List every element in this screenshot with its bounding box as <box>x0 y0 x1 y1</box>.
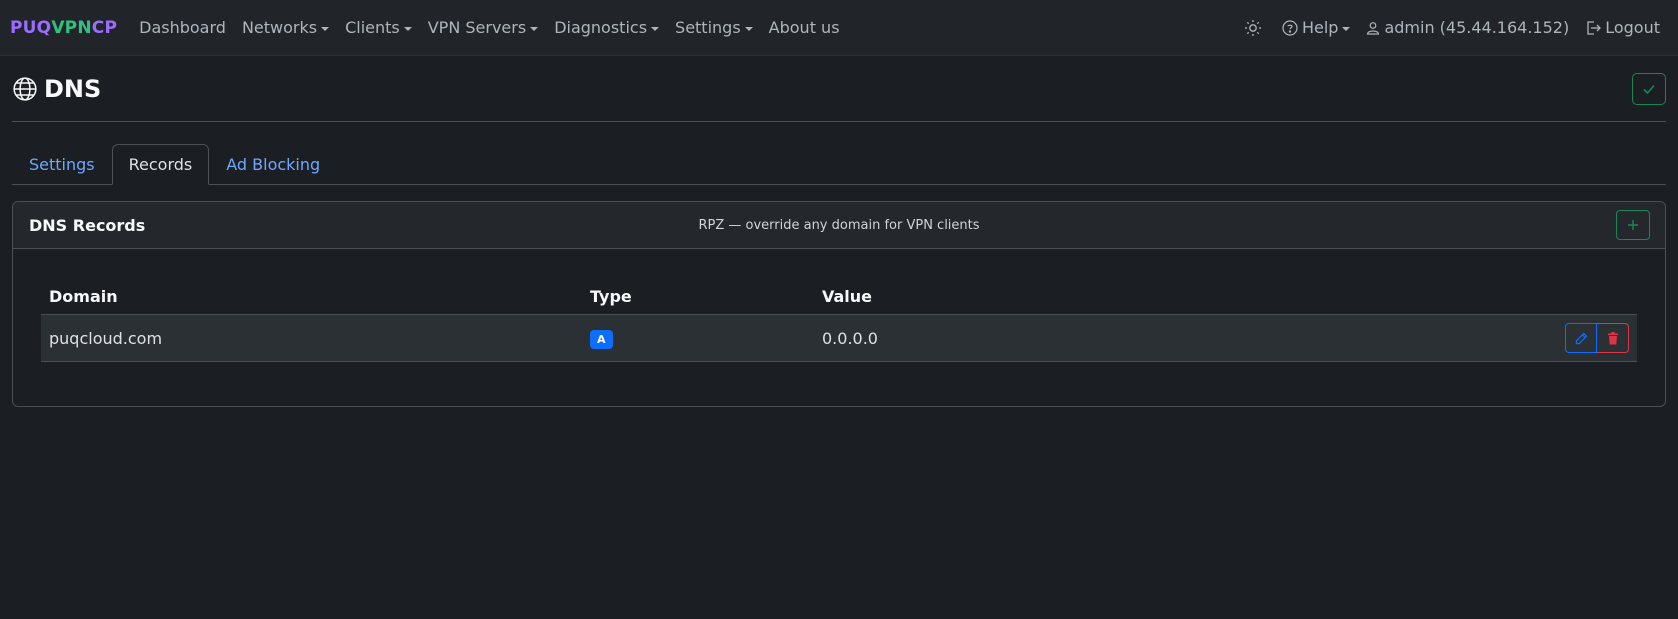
caret-down-icon <box>321 26 330 31</box>
dns-records-card: DNS Records RPZ — override any domain fo… <box>12 201 1666 407</box>
person-icon <box>1367 21 1380 35</box>
nav-diagnostics-label: Diagnostics <box>554 18 648 37</box>
nav-settings-label: Settings <box>675 18 741 37</box>
top-navbar: PUQVPNCP Dashboard Networks Clients VPN … <box>0 0 1678 56</box>
nav-clients[interactable]: Clients <box>337 18 420 37</box>
table-header-row: Domain Type Value <box>41 279 1637 315</box>
nav-networks[interactable]: Networks <box>234 18 337 37</box>
add-record-button[interactable] <box>1616 210 1650 240</box>
nav-about[interactable]: About us <box>761 18 848 37</box>
col-domain: Domain <box>41 279 582 315</box>
tab-settings[interactable]: Settings <box>12 144 112 185</box>
nav-dashboard[interactable]: Dashboard <box>131 18 234 37</box>
tab-records-label: Records <box>128 155 193 174</box>
nav-help[interactable]: Help <box>1274 18 1358 37</box>
tab-settings-label: Settings <box>29 155 95 174</box>
brand-part2: VPN <box>51 17 92 38</box>
table-row: puqcloud.com A 0.0.0.0 <box>41 314 1637 362</box>
trash-icon <box>1607 331 1618 344</box>
nav-logout-label: Logout <box>1605 18 1660 37</box>
nav-dashboard-label: Dashboard <box>139 18 226 37</box>
page-title-text: DNS <box>44 74 102 103</box>
delete-button[interactable] <box>1597 323 1629 353</box>
type-badge: A <box>590 329 613 349</box>
nav-logout[interactable]: Logout <box>1577 18 1668 37</box>
save-button[interactable] <box>1632 72 1666 105</box>
col-value: Value <box>814 279 1204 315</box>
theme-toggle[interactable] <box>1236 19 1274 37</box>
dns-records-table: Domain Type Value puqcloud.com A 0.0.0.0 <box>41 279 1637 362</box>
caret-down-icon <box>530 26 539 31</box>
plus-icon <box>1628 220 1638 230</box>
nav-help-label: Help <box>1301 18 1339 37</box>
tab-records[interactable]: Records <box>111 144 210 185</box>
cell-value: 0.0.0.0 <box>814 314 1204 362</box>
cell-actions <box>1203 314 1637 362</box>
brand-logo[interactable]: PUQVPNCP <box>10 18 117 38</box>
table-wrap: Domain Type Value puqcloud.com A 0.0.0.0 <box>13 249 1665 362</box>
tab-ad-blocking[interactable]: Ad Blocking <box>209 144 337 185</box>
nav-vpn-servers-label: VPN Servers <box>427 18 527 37</box>
nav-user-label: admin (45.44.164.152) <box>1384 18 1570 37</box>
nav-settings[interactable]: Settings <box>667 18 761 37</box>
cell-domain: puqcloud.com <box>41 314 582 362</box>
tab-bar: Settings Records Ad Blocking <box>12 144 1666 185</box>
tab-ad-blocking-label: Ad Blocking <box>226 155 321 174</box>
page-header: DNS <box>12 56 1666 122</box>
edit-button[interactable] <box>1565 323 1597 353</box>
nav-diagnostics[interactable]: Diagnostics <box>546 18 667 37</box>
pencil-icon <box>1575 332 1587 344</box>
caret-down-icon <box>403 26 412 31</box>
nav-vpn-servers[interactable]: VPN Servers <box>420 18 546 37</box>
page-content: DNS Settings Records Ad Blocking DNS Rec… <box>0 56 1678 407</box>
row-actions <box>1565 323 1629 353</box>
caret-down-icon <box>744 26 753 31</box>
sun-icon <box>1244 19 1261 36</box>
card-subtitle: RPZ — override any domain for VPN client… <box>698 217 980 233</box>
globe-icon <box>13 76 37 101</box>
question-circle-icon <box>1282 19 1298 36</box>
cell-type: A <box>582 314 814 362</box>
nav-about-label: About us <box>768 18 840 37</box>
card-header: DNS Records RPZ — override any domain fo… <box>13 202 1665 249</box>
nav-clients-label: Clients <box>345 18 400 37</box>
caret-down-icon <box>1342 26 1351 31</box>
col-actions <box>1203 279 1637 315</box>
check-icon <box>1643 84 1655 94</box>
brand-part1: PUQ <box>10 17 52 38</box>
page-title: DNS <box>12 75 101 103</box>
caret-down-icon <box>651 26 660 31</box>
nav-right: Help admin (45.44.164.152) Logout <box>1236 18 1668 37</box>
card-title: DNS Records <box>29 215 146 235</box>
col-type: Type <box>582 279 814 315</box>
logout-icon <box>1587 20 1602 35</box>
nav-user[interactable]: admin (45.44.164.152) <box>1358 18 1577 37</box>
nav-networks-label: Networks <box>241 18 318 37</box>
brand-part3: CP <box>91 17 118 38</box>
